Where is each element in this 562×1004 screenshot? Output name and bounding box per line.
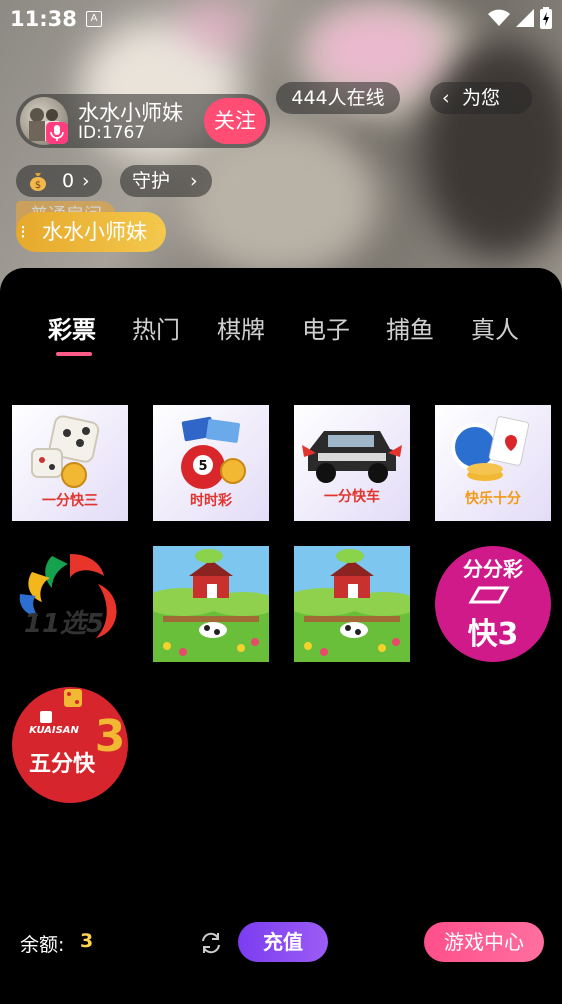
microphone-icon: [46, 122, 68, 144]
game-tile-yifen-kuaiche[interactable]: 一分快车: [294, 405, 410, 521]
game-caption: 快乐十分: [465, 490, 521, 507]
status-bar: 11:38 A: [0, 0, 562, 38]
tab-live-casino[interactable]: 真人: [471, 310, 519, 345]
chevron-right-icon: ›: [82, 170, 90, 192]
active-tab-indicator: [56, 352, 92, 356]
game-caption: 时时彩: [190, 492, 232, 509]
game-tile-farm-1[interactable]: [153, 546, 269, 662]
game-caption-2: 快3: [468, 617, 519, 652]
entry-name: 水水小师妹: [42, 220, 147, 244]
tab-electronic[interactable]: 电子: [302, 310, 350, 345]
svg-text:5: 5: [198, 459, 207, 474]
tab-fishing[interactable]: 捕鱼: [386, 310, 434, 345]
anchor-id: ID:1767: [78, 123, 146, 143]
tab-lottery[interactable]: 彩票: [48, 310, 96, 345]
game-caption: 一分快三: [42, 492, 98, 509]
follow-button[interactable]: 关注: [204, 98, 266, 144]
for-you-button[interactable]: ‹ 为您: [430, 82, 532, 114]
guard-button[interactable]: 守护 ›: [120, 165, 212, 197]
entry-arrow-icon: ⁝: [20, 221, 27, 243]
sim-indicator: A: [86, 11, 102, 27]
kuaisan-logo: KUAISAN 3 五分快: [12, 687, 128, 803]
eleven-choose-five-logo: 11选5: [12, 546, 128, 662]
farm-icon: [153, 546, 269, 662]
tab-hot[interactable]: 热门: [132, 310, 180, 345]
poker-chips-icon: 快乐十分: [435, 405, 551, 521]
chevron-left-icon: ‹: [442, 87, 450, 109]
for-you-label: 为您: [462, 87, 501, 109]
game-caption-2: KUAISAN: [29, 725, 79, 736]
game-tile-wufen-kuai3[interactable]: KUAISAN 3 五分快: [12, 687, 128, 803]
game-caption: 一分快车: [324, 488, 380, 505]
lottery-ball-icon: 5 时时彩: [153, 405, 269, 521]
anchor-info[interactable]: 水水小师妹 ID:1767 关注: [16, 94, 270, 148]
game-tile-farm-2[interactable]: [294, 546, 410, 662]
dice-icon: 一分快三: [12, 405, 128, 521]
game-center-button[interactable]: 游戏中心: [424, 922, 544, 962]
signal-icon: [516, 9, 534, 27]
svg-text:$: $: [35, 180, 41, 191]
game-caption: 11选5: [24, 609, 104, 639]
game-tile-shishicai[interactable]: 5 时时彩: [153, 405, 269, 521]
svg-text:3: 3: [95, 711, 126, 762]
chevron-right-icon: ›: [190, 170, 198, 192]
guard-label: 守护: [132, 170, 171, 192]
game-caption: 分分彩: [463, 557, 523, 581]
tab-chess-cards[interactable]: 棋牌: [217, 310, 265, 345]
jeep-icon: 一分快车: [294, 405, 410, 521]
coin-value: 0: [62, 170, 75, 192]
live-stream-video: [0, 0, 562, 300]
system-icons: [488, 7, 552, 29]
status-time: 11:38: [10, 7, 77, 31]
recharge-button[interactable]: 充值: [238, 922, 328, 962]
entry-banner: ⁝ 水水小师妹: [16, 212, 166, 252]
refresh-icon[interactable]: [198, 930, 224, 956]
balance-value: 3: [80, 930, 94, 952]
kuai3-logo: 分分彩 快3: [435, 546, 551, 662]
game-tile-yifen-kuaisan[interactable]: 一分快三: [12, 405, 128, 521]
wifi-icon: [488, 9, 510, 26]
farm-icon: [294, 546, 410, 662]
game-tile-fenfencai-kuai3[interactable]: 分分彩 快3: [435, 546, 551, 662]
game-tile-kuaile-shifen[interactable]: 快乐十分: [435, 405, 551, 521]
online-count[interactable]: 444人在线: [276, 82, 400, 114]
battery-icon: [540, 7, 552, 29]
money-bag-icon: $: [30, 173, 46, 191]
game-category-tabs: 彩票 热门 棋牌 电子 捕鱼 真人: [0, 310, 562, 350]
balance-label: 余额:: [20, 934, 65, 956]
coin-contribution-button[interactable]: $ 0 ›: [16, 165, 102, 197]
game-tile-11x5[interactable]: 11选5: [12, 546, 128, 662]
bottom-bar: 余额: 3 充值 游戏中心: [0, 920, 562, 966]
game-caption: 五分快: [29, 752, 96, 777]
